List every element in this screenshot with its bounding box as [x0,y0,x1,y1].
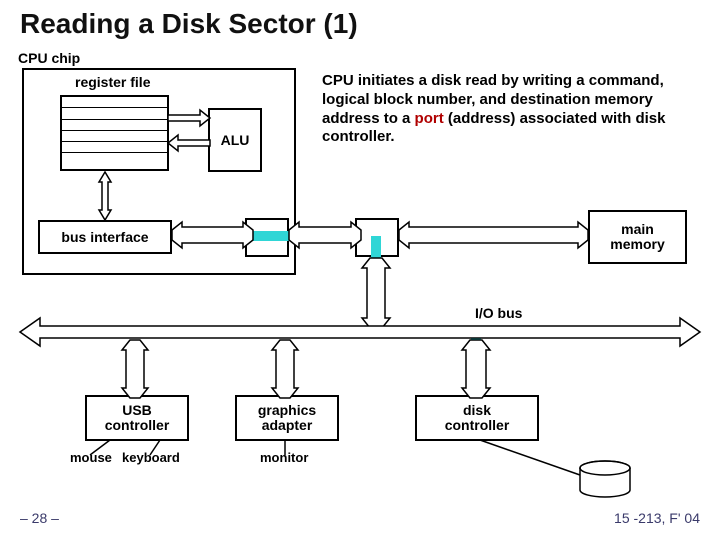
description-text: CPU initiates a disk read by writing a c… [322,72,702,147]
monitor-label: monitor [260,450,308,465]
course-id: 15 -213, F' 04 [614,510,700,526]
bridge-box-1 [245,218,289,257]
bridge-box-2 [355,218,399,257]
page-number: – 28 – [20,510,59,526]
io-bus-label: I/O bus [475,305,522,321]
register-file-box [60,95,169,171]
disk-cylinder-icon [578,460,632,494]
cpu-chip-label: CPU chip [18,50,80,66]
alu-box: ALU [208,108,262,172]
register-file-label: register file [75,74,150,90]
keyboard-label: keyboard [122,450,180,465]
bus-interface-box: bus interface [38,220,172,254]
slide-title: Reading a Disk Sector (1) [20,8,358,40]
desc-port-word: port [415,110,444,127]
main-memory-box: main memory [588,210,687,264]
disk-controller-box: disk controller [415,395,539,441]
mouse-label: mouse [70,450,112,465]
usb-controller-box: USB controller [85,395,189,441]
graphics-adapter-box: graphics adapter [235,395,339,441]
